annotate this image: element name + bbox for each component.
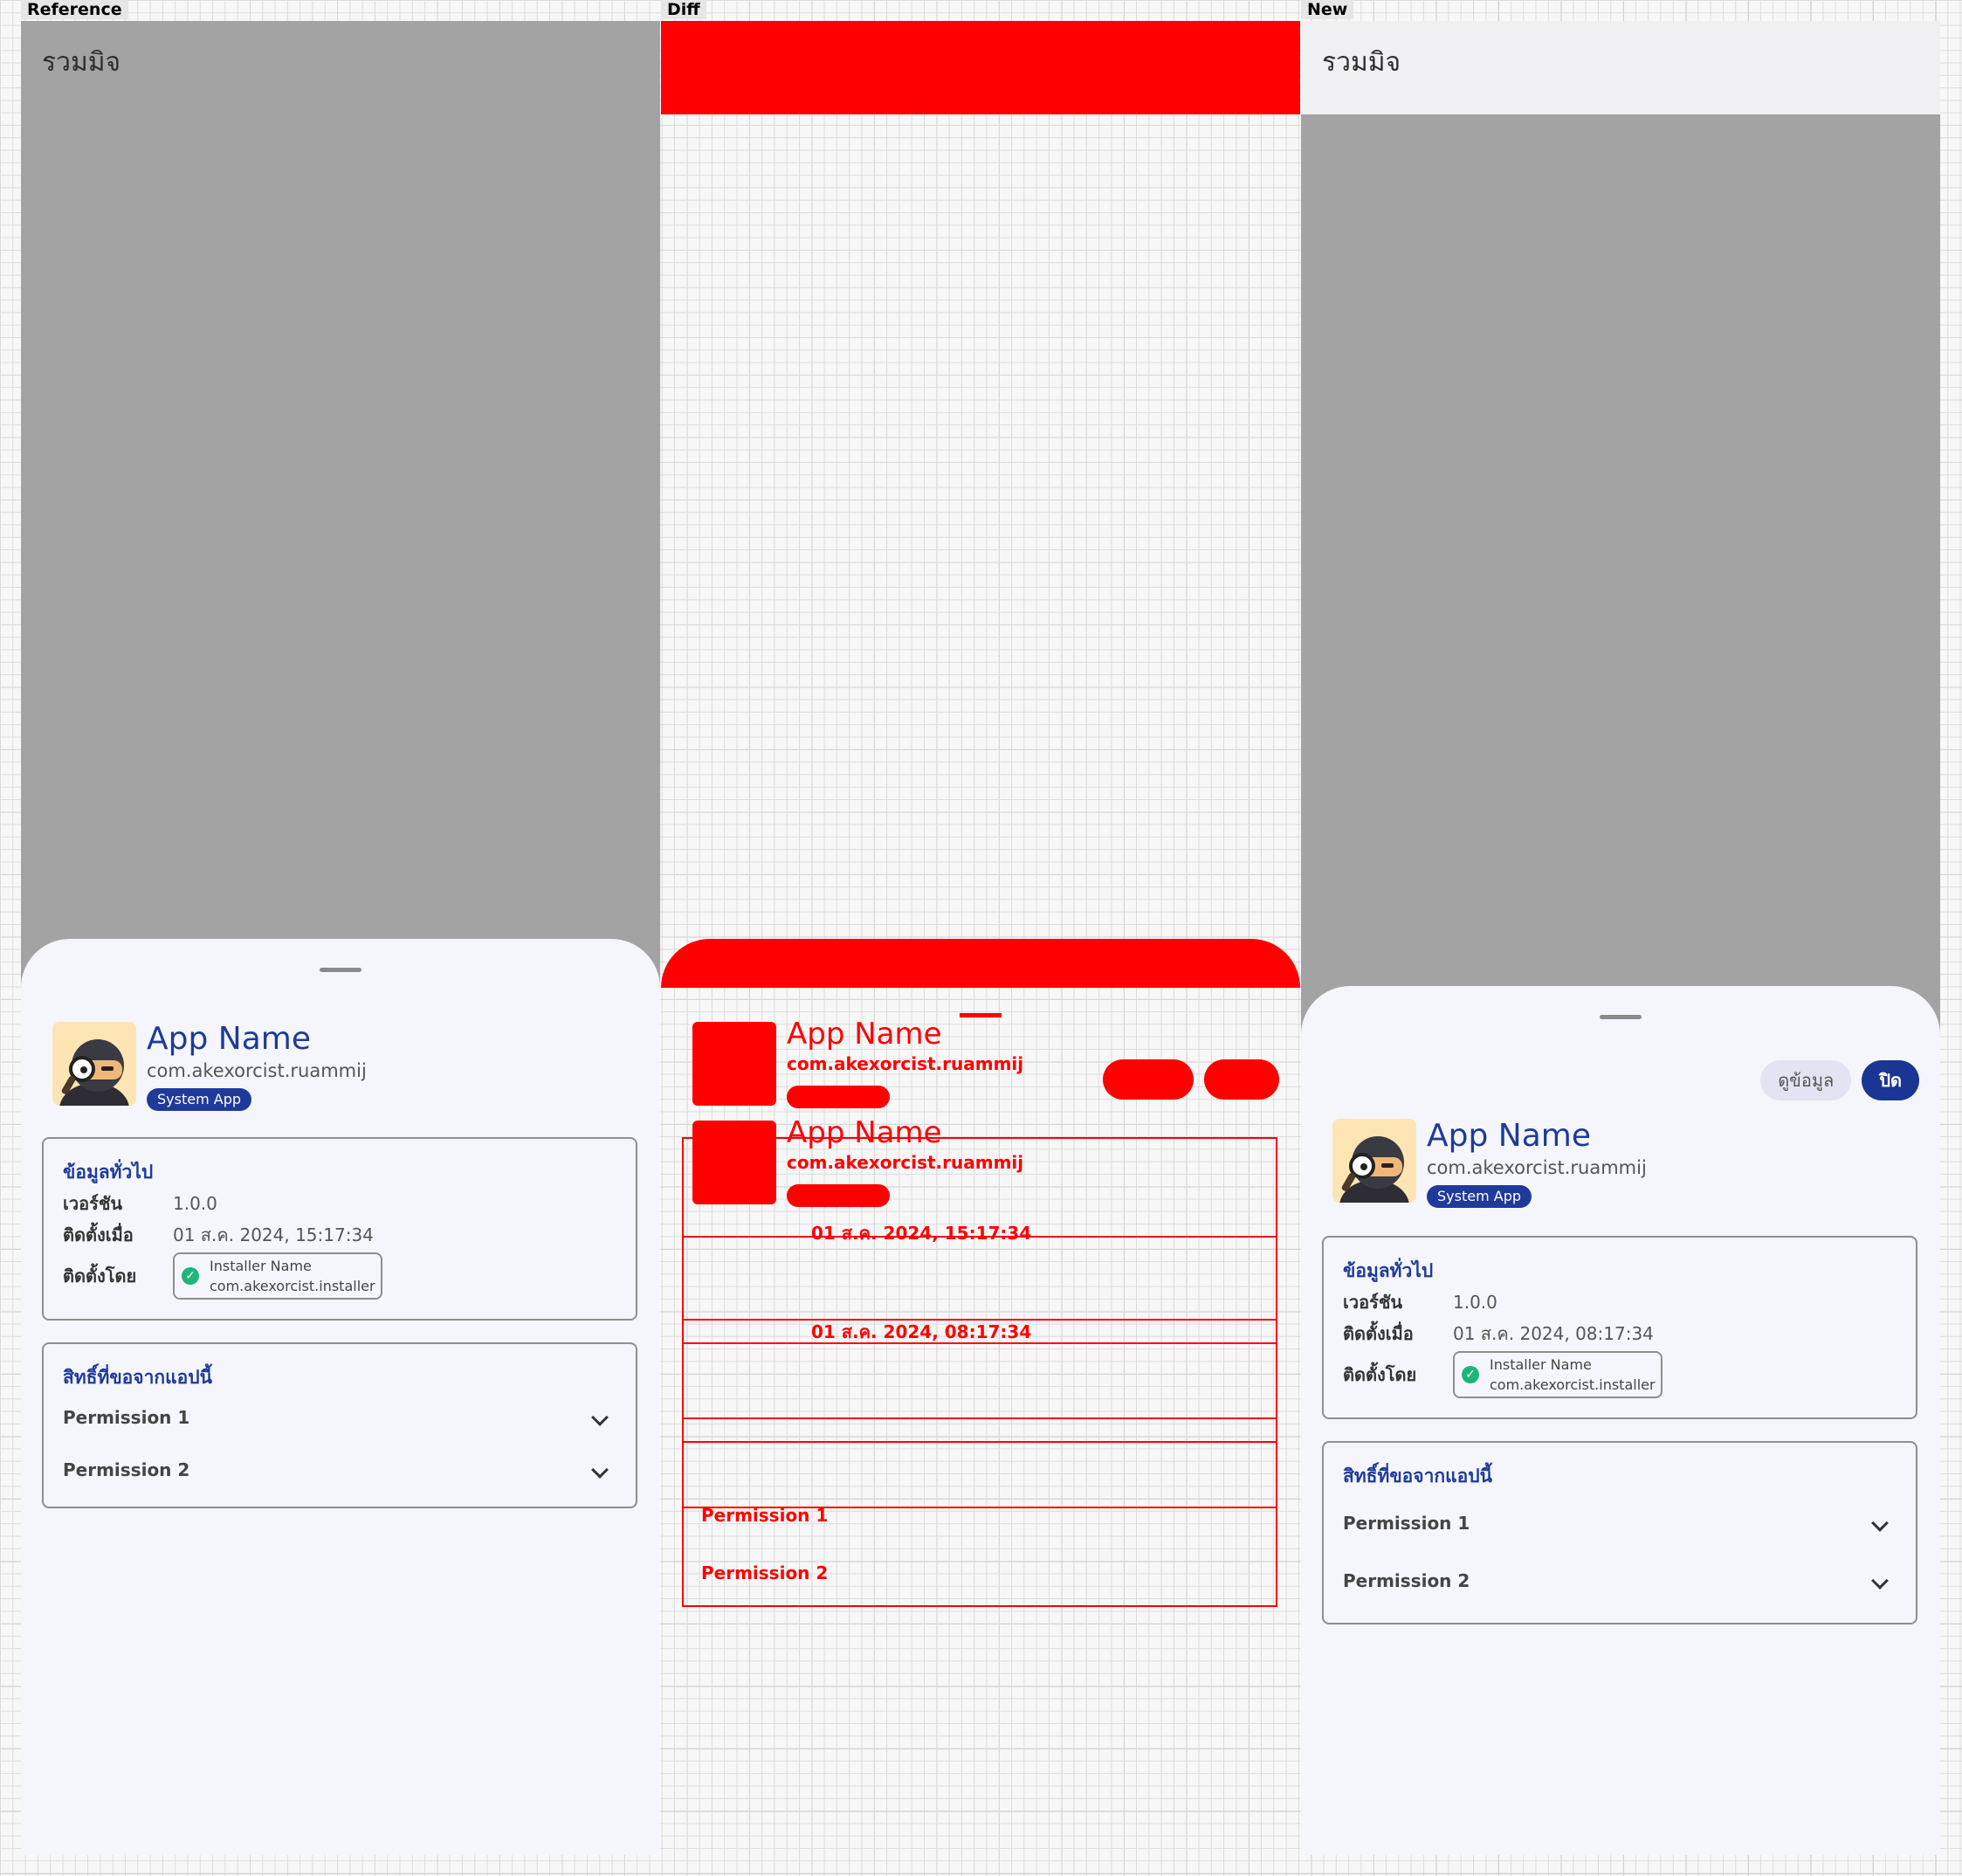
check-circle-icon: ✓ bbox=[1462, 1366, 1479, 1383]
permissions-title: สิทธิ์ที่ขอจากแอปนี้ bbox=[63, 1367, 212, 1388]
app-header: App Name com.akexorcist.ruammij System A… bbox=[1332, 1119, 1647, 1208]
installer-name: Installer Name bbox=[210, 1258, 312, 1274]
chevron-down-icon bbox=[591, 1409, 609, 1426]
installer-package: com.akexorcist.installer bbox=[210, 1278, 375, 1294]
installed-by-label: ติดตั้งโดย bbox=[1343, 1364, 1417, 1385]
version-value: 1.0.0 bbox=[173, 1193, 217, 1214]
permissions-card: สิทธิ์ที่ขอจากแอปนี้ Permission 1 Permis… bbox=[42, 1342, 637, 1508]
app-name: App Name bbox=[147, 1021, 311, 1057]
view-info-button[interactable]: ดูข้อมูล bbox=[1760, 1060, 1852, 1100]
permission-label: Permission 1 bbox=[63, 1407, 190, 1428]
installed-at-label: ติดตั้งเมื่อ bbox=[1343, 1323, 1414, 1344]
diff-package-ref: com.akexorcist.ruammij bbox=[787, 1053, 1024, 1074]
installer-chip[interactable]: ✓ Installer Name com.akexorcist.installe… bbox=[173, 1252, 382, 1300]
permission-item-1[interactable]: Permission 1 bbox=[1343, 1513, 1898, 1534]
installed-at-label: ติดตั้งเมื่อ bbox=[63, 1224, 134, 1245]
diff-sheet-top-region bbox=[661, 939, 1300, 988]
diff-label: Diff bbox=[661, 0, 706, 19]
version-row: เวอร์ชัน 1.0.0 bbox=[63, 1190, 217, 1217]
installed-at-value: 01 ส.ค. 2024, 15:17:34 bbox=[173, 1224, 374, 1245]
permission-item-2[interactable]: Permission 2 bbox=[63, 1459, 618, 1480]
general-info-card: ข้อมูลทั่วไป เวอร์ชัน 1.0.0 ติดตั้งเมื่อ… bbox=[42, 1137, 637, 1321]
page-title: รวมมิจ bbox=[1322, 47, 1401, 78]
installed-at-row: ติดตั้งเมื่อ 01 ส.ค. 2024, 15:17:34 bbox=[63, 1221, 374, 1249]
diff-panel: App Name App Name com.akexorcist.ruammij… bbox=[661, 21, 1300, 1855]
installer-chip[interactable]: ✓ Installer Name com.akexorcist.installe… bbox=[1453, 1351, 1663, 1398]
permission-label: Permission 1 bbox=[1343, 1513, 1470, 1534]
new-panel: รวมมิจ ดูข้อมูล ปิด App Name com.akexorc… bbox=[1301, 21, 1940, 1855]
version-row: เวอร์ชัน 1.0.0 bbox=[1343, 1288, 1497, 1316]
diff-handle bbox=[960, 1013, 1002, 1017]
check-circle-icon: ✓ bbox=[182, 1267, 199, 1285]
app-header: App Name com.akexorcist.ruammij System A… bbox=[52, 1022, 367, 1111]
version-label: เวอร์ชัน bbox=[1343, 1292, 1403, 1313]
bottom-sheet: App Name com.akexorcist.ruammij System A… bbox=[21, 939, 660, 1855]
bottom-sheet: ดูข้อมูล ปิด App Name com.akexorcist.rua… bbox=[1301, 986, 1940, 1855]
installer-package: com.akexorcist.installer bbox=[1490, 1376, 1656, 1393]
new-label: New bbox=[1301, 0, 1354, 19]
app-package: com.akexorcist.ruammij bbox=[1427, 1157, 1647, 1178]
installer-name: Installer Name bbox=[1490, 1356, 1592, 1373]
reference-panel: รวมมิจ App Name com.akexorcist.ruammij S… bbox=[21, 21, 660, 1855]
general-info-title: ข้อมูลทั่วไป bbox=[63, 1162, 154, 1183]
installed-at-value: 01 ส.ค. 2024, 08:17:34 bbox=[1453, 1323, 1654, 1344]
action-buttons: ดูข้อมูล ปิด bbox=[1760, 1060, 1919, 1100]
version-label: เวอร์ชัน bbox=[63, 1193, 123, 1214]
diff-permission-2-new: Permission 2 bbox=[701, 1562, 829, 1583]
general-info-card: ข้อมูลทั่วไป เวอร์ชัน 1.0.0 ติดตั้งเมื่อ… bbox=[1322, 1236, 1917, 1419]
diff-installed-at-ref: 01 ส.ค. 2024, 15:17:34 bbox=[811, 1223, 1032, 1244]
chevron-down-icon bbox=[1871, 1572, 1889, 1590]
diff-badge-ref bbox=[787, 1086, 890, 1108]
permission-label: Permission 2 bbox=[63, 1459, 190, 1480]
app-name: App Name bbox=[1427, 1118, 1591, 1154]
diff-close-button bbox=[1204, 1059, 1279, 1100]
installed-by-label: ติดตั้งโดย bbox=[63, 1266, 137, 1286]
diff-topbar-region bbox=[661, 21, 1300, 114]
chevron-down-icon bbox=[1871, 1514, 1889, 1532]
diff-icon-ref bbox=[692, 1022, 776, 1106]
top-app-bar: รวมมิจ bbox=[21, 21, 660, 114]
permissions-card: สิทธิ์ที่ขอจากแอปนี้ Permission 1 Permis… bbox=[1322, 1441, 1917, 1624]
permission-item-1[interactable]: Permission 1 bbox=[63, 1407, 618, 1428]
installed-by-row: ติดตั้งโดย ✓ Installer Name com.akexorci… bbox=[63, 1252, 382, 1300]
app-package: com.akexorcist.ruammij bbox=[147, 1060, 367, 1081]
system-app-badge: System App bbox=[147, 1088, 252, 1111]
page-title: รวมมิจ bbox=[42, 47, 121, 78]
top-app-bar: รวมมิจ bbox=[1301, 21, 1940, 114]
system-app-badge: System App bbox=[1427, 1185, 1532, 1208]
diff-info-button bbox=[1103, 1059, 1194, 1100]
drag-handle[interactable] bbox=[320, 968, 361, 972]
diff-permission-1-new: Permission 1 bbox=[701, 1505, 829, 1526]
drag-handle[interactable] bbox=[1600, 1015, 1642, 1019]
chevron-down-icon bbox=[591, 1461, 609, 1479]
app-icon bbox=[52, 1022, 136, 1106]
reference-label: Reference bbox=[21, 0, 128, 19]
app-icon bbox=[1332, 1119, 1416, 1203]
close-button[interactable]: ปิด bbox=[1862, 1060, 1919, 1100]
installed-by-row: ติดตั้งโดย ✓ Installer Name com.akexorci… bbox=[1343, 1351, 1663, 1398]
installed-at-row: ติดตั้งเมื่อ 01 ส.ค. 2024, 08:17:34 bbox=[1343, 1320, 1654, 1348]
version-value: 1.0.0 bbox=[1453, 1292, 1497, 1313]
general-info-title: ข้อมูลทั่วไป bbox=[1343, 1260, 1434, 1281]
permission-label: Permission 2 bbox=[1343, 1570, 1470, 1591]
diff-app-name-ref: App Name bbox=[787, 1017, 942, 1052]
permission-item-2[interactable]: Permission 2 bbox=[1343, 1570, 1898, 1591]
permissions-title: สิทธิ์ที่ขอจากแอปนี้ bbox=[1343, 1466, 1492, 1486]
